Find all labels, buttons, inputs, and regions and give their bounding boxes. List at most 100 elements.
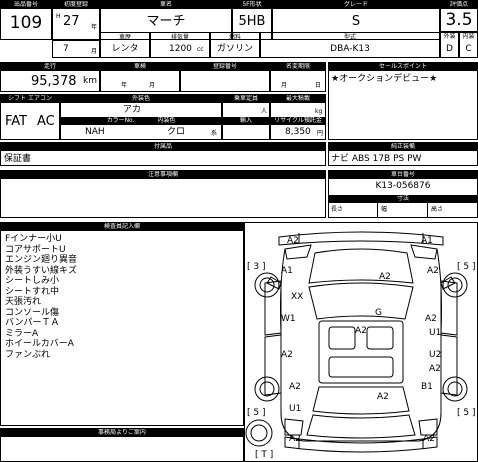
inspector-notes-cell: 検査員記入欄 Fインナー小U コアサポートU エンジン廻り異音 外装うすい線キズ… <box>0 222 244 426</box>
car-name-label: 車名 <box>101 1 231 9</box>
lot-number-label: 出品番号 <box>1 1 51 9</box>
notes-label: 注意事項欄 <box>1 171 325 179</box>
displacement-cell: 排気量 1200 cc <box>150 32 210 58</box>
mark-center: A2 <box>355 326 367 336</box>
dimensions-label: 寸法 <box>329 195 477 203</box>
vehicle-type-cell: 車歴 レンタ <box>100 32 150 58</box>
recycle-label: リサイクル預託金 <box>271 117 325 125</box>
displacement-label: 排気量 <box>170 34 189 41</box>
inspector-note: ファンぶれ <box>5 349 51 360</box>
inspector-note: コンソール傷 <box>5 307 60 318</box>
inspector-note: Fインナー小U <box>5 234 62 244</box>
width-label: 幅 <box>381 206 388 213</box>
name-change-month-unit: 月 <box>281 82 288 89</box>
score-label: 評価点 <box>441 1 477 9</box>
max-load-label: 最大積載 <box>271 95 325 103</box>
vehicle-type: レンタ <box>111 44 139 54</box>
mark-right-rear-door: U2 <box>429 350 442 360</box>
mark-front-right-bumper: A1 <box>421 236 433 246</box>
shift-ac-cell: シフト エアコン FAT AC <box>0 94 60 140</box>
import-label: 輸入 <box>223 117 269 125</box>
capacity-cell: 乗車定員 人 輸入 <box>222 94 270 140</box>
tire-depth-front-right: [ 5 ] <box>457 262 476 272</box>
inspector-note: 外装うすい線キズ <box>5 265 78 276</box>
length-label: 長さ <box>331 206 344 213</box>
name-change-day-unit: 日 <box>315 82 322 89</box>
mark-trunk: A2 <box>377 392 389 402</box>
inspector-notes-list: Fインナー小U コアサポートU エンジン廻り異音 外装うすい線キズ シートしみ小… <box>5 234 77 360</box>
inspection-label: 車検 <box>101 63 179 71</box>
inspection-year-unit: 年 <box>121 82 128 89</box>
accessories-cell: 付属品 保証書 <box>0 142 326 166</box>
sales-point: ★オークションデビュー★ <box>331 74 438 84</box>
interior-score-cell: 内装 C <box>459 32 478 58</box>
first-registration-cell: 初度登録 H 27 年 <box>52 0 100 40</box>
shift: FAT <box>5 114 28 129</box>
model-label: 型式 <box>343 34 356 41</box>
mileage-label: 走行 <box>1 63 99 71</box>
mark-left-rear-quarter: A2 <box>289 382 301 392</box>
mark-roof: G <box>375 308 382 318</box>
sales-point-label: セールスポイント <box>329 63 477 71</box>
shape-label: 5F形状 <box>233 1 271 9</box>
exterior-color: アカ <box>123 105 142 115</box>
capacity-label: 乗車定員 <box>223 95 269 103</box>
sales-point-cell: セールスポイント ★オークションデビュー★ <box>328 62 478 140</box>
exterior-color-label: 外装色 <box>61 95 221 103</box>
color-no-header: カラーNo. 内装色 <box>61 117 221 125</box>
mark-left-front-door: W1 <box>281 314 296 324</box>
mark-rear-bumper-left: A2 <box>289 434 301 444</box>
exterior-label: 外装 <box>443 33 456 40</box>
month-unit: 月 <box>91 48 98 55</box>
inspector-note: エンジン廻り異音 <box>5 255 78 265</box>
mark-right-front-door-1: A2 <box>425 314 437 324</box>
mark-front-left-bumper: A2 <box>287 236 299 246</box>
shift-ac-header: シフト エアコン <box>1 95 59 103</box>
fuel-label: 燃料 <box>228 34 241 41</box>
tire-depth-rear-left: [ 5 ] <box>247 408 266 418</box>
displacement-unit: cc <box>197 46 204 53</box>
mark-hood: A2 <box>379 272 391 282</box>
mark-front-right-fender: A2 <box>427 266 439 276</box>
inspector-notes-label: 検査員記入欄 <box>1 223 243 231</box>
recycle-yen: 円 <box>317 130 324 137</box>
year-unit: 年 <box>91 24 98 31</box>
inspector-note: ホイールカバーA <box>5 339 74 349</box>
fuel-cell: 燃料 ガソリン <box>210 32 260 58</box>
model-cell: 型式 DBA-K13 <box>260 32 440 58</box>
inspector-note: コアサポートU <box>5 244 66 255</box>
options-label: 純正装備 <box>329 143 477 151</box>
office-notice-label: 事務局よりご案内 <box>1 429 243 437</box>
mark-front-left-fender: A1 <box>281 266 293 276</box>
name-change-cell: 名変期限 月 日 <box>270 62 326 92</box>
exterior-score: D <box>446 44 453 54</box>
inspector-note: 天張汚れ <box>5 297 42 307</box>
lot-number: 109 <box>9 13 43 33</box>
inspector-note: ミラーA <box>5 328 39 339</box>
car-diagram: [ 3 ] [ 5 ] [ 5 ] [ 5 ] [ T ] A2 A1 A1 A… <box>244 222 478 462</box>
registration-number-label: 登録番号 <box>181 63 269 71</box>
fuel: ガソリン <box>216 44 253 54</box>
exterior-score-cell: 外装 D <box>440 32 459 58</box>
first-registration-label: 初度登録 <box>53 1 99 9</box>
chassis-cell: 車台番号 K13-056876 寸法 長さ 幅 高さ <box>328 170 478 218</box>
warranty: 保証書 <box>4 154 32 164</box>
car-outline <box>245 231 468 453</box>
grade: S <box>351 14 361 29</box>
registration-number-cell: 登録番号 <box>180 62 270 92</box>
era: H <box>56 13 61 20</box>
height-label: 高さ <box>431 206 444 213</box>
score-cell: 評価点 3.5 <box>440 0 478 32</box>
office-notice-cell: 事務局よりご案内 <box>0 428 244 462</box>
mark-right-rear-wheel: B1 <box>421 382 433 392</box>
ac: AC <box>37 114 55 129</box>
color-no: NAH <box>85 127 105 137</box>
mark-right-front-door-2: U1 <box>429 328 442 338</box>
mark-right-rear-quarter: A2 <box>429 364 441 374</box>
name-change-label: 名変期限 <box>271 63 325 71</box>
options-cell: 純正装備 ナビ ABS 17B PS PW <box>328 142 478 166</box>
first-registration-month-cell: 7 月 <box>52 40 100 58</box>
model: DBA-K13 <box>330 44 370 54</box>
car-name: マーチ <box>146 14 186 29</box>
recycle-fee: 8,350 <box>285 127 311 137</box>
